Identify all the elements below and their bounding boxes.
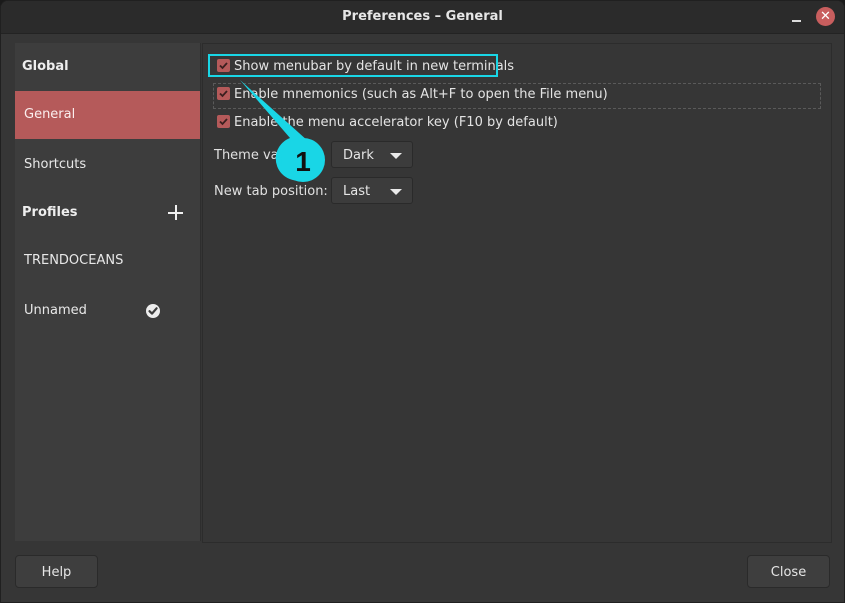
- check-circle-icon: [146, 304, 160, 318]
- sidebar-item-general[interactable]: General: [15, 91, 200, 139]
- checkbox-checked[interactable]: [217, 59, 230, 72]
- chevron-down-icon: [390, 153, 402, 159]
- show-menubar-checkbox[interactable]: Show menubar by default in new terminals: [217, 56, 514, 78]
- new-tab-position-dropdown[interactable]: Last: [331, 177, 413, 204]
- plus-icon[interactable]: [167, 204, 185, 222]
- sidebar-header-profiles: Profiles: [22, 205, 78, 220]
- theme-variant-value: Dark: [343, 148, 374, 163]
- new-tab-position-value: Last: [343, 184, 371, 199]
- sidebar-header-global: Global: [22, 59, 69, 74]
- checkbox-checked[interactable]: [217, 115, 230, 128]
- window-title: Preferences – General: [342, 9, 503, 24]
- theme-variant-dropdown[interactable]: Dark: [331, 141, 413, 168]
- chevron-down-icon: [390, 189, 402, 195]
- new-tab-position-label: New tab position:: [214, 184, 328, 199]
- checkbox-label: Enable the menu accelerator key (F10 by …: [234, 115, 558, 130]
- checkbox-label: Show menubar by default in new terminals: [234, 59, 515, 74]
- sidebar: Global General Shortcuts Profiles TRENDO…: [15, 43, 201, 541]
- theme-variant-label: Theme variant:: [214, 148, 314, 163]
- checkbox-label: Enable mnemonics (such as Alt+F to open …: [234, 87, 608, 102]
- checkbox-checked[interactable]: [217, 87, 230, 100]
- preferences-window: Preferences – General ✕ Global General S…: [0, 0, 845, 603]
- sidebar-item-profile-trendoceans[interactable]: TRENDOCEANS: [15, 237, 200, 285]
- general-settings-panel: Show menubar by default in new terminals…: [202, 43, 832, 543]
- title-bar[interactable]: Preferences – General ✕: [1, 1, 844, 34]
- sidebar-item-shortcuts[interactable]: Shortcuts: [15, 141, 200, 189]
- enable-mnemonics-checkbox[interactable]: Enable mnemonics (such as Alt+F to open …: [217, 84, 608, 106]
- sidebar-item-profile-unnamed[interactable]: Unnamed: [15, 287, 200, 335]
- close-button[interactable]: Close: [747, 555, 830, 588]
- help-button[interactable]: Help: [15, 555, 98, 588]
- enable-accelerator-checkbox[interactable]: Enable the menu accelerator key (F10 by …: [217, 112, 558, 134]
- close-icon[interactable]: ✕: [816, 7, 835, 26]
- minimize-icon[interactable]: [790, 9, 804, 25]
